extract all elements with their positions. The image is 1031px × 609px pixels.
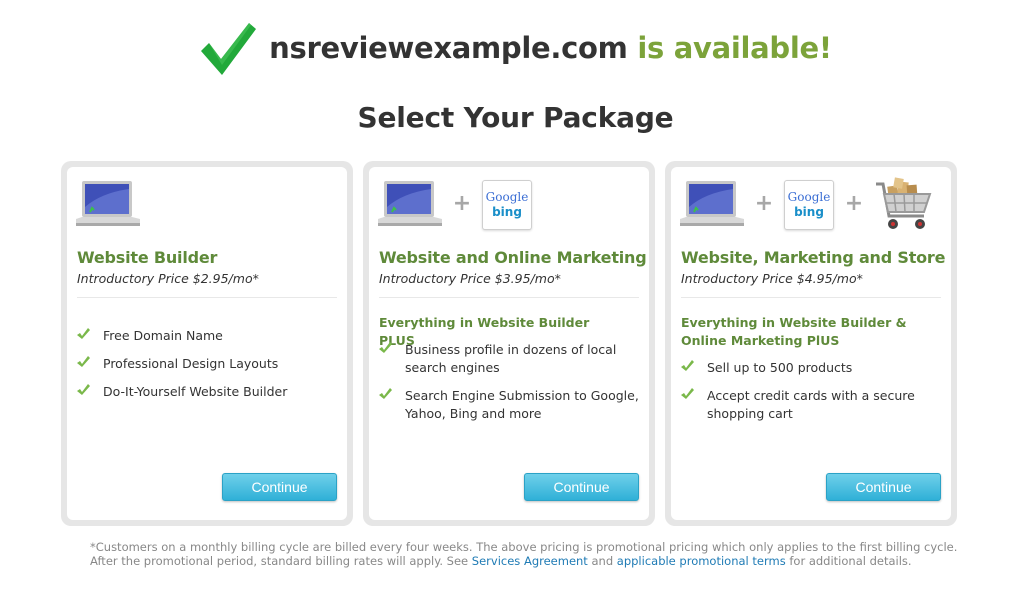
package-icons: + Google bing xyxy=(378,177,532,233)
domain-availability-text: nsreviewexample.com is available! xyxy=(269,31,832,65)
availability-status: is available! xyxy=(627,31,832,65)
package-card-website-marketing-store: + Google bing + Website, Marketing and S… xyxy=(665,161,957,526)
features-heading: Everything in Website Builder & Online M… xyxy=(681,315,907,348)
package-list: Website Builder Introductory Price $2.95… xyxy=(61,161,960,526)
list-item: Accept credit cards with a secure shoppi… xyxy=(681,387,941,423)
page-title: Select Your Package xyxy=(357,101,674,134)
continue-button[interactable]: Continue xyxy=(524,473,639,501)
plus-icon: + xyxy=(452,190,472,216)
list-item: Do-It-Yourself Website Builder xyxy=(77,383,337,401)
package-price: Introductory Price $4.95/mo* xyxy=(681,271,863,286)
package-title: Website Builder xyxy=(77,248,218,267)
laptop-icon xyxy=(76,181,140,226)
list-item: Business profile in dozens of local sear… xyxy=(379,341,639,377)
checkmark-icon xyxy=(379,388,392,399)
package-price: Introductory Price $2.95/mo* xyxy=(77,271,259,286)
divider xyxy=(77,297,337,298)
footnote-line-2: After the promotional period, standard b… xyxy=(90,554,912,568)
bing-logo: bing xyxy=(794,205,824,219)
bing-logo: bing xyxy=(492,205,522,219)
availability-header: nsreviewexample.com is available! xyxy=(0,18,1031,78)
checkmark-icon xyxy=(681,388,694,399)
checkmark-icon xyxy=(201,23,257,75)
feature-list: Free Domain Name Professional Design Lay… xyxy=(77,327,337,411)
footnote-line-1: *Customers on a monthly billing cycle ar… xyxy=(90,540,958,554)
google-logo: Google xyxy=(787,190,831,204)
feature-list: Business profile in dozens of local sear… xyxy=(379,341,639,433)
pricing-footnote: *Customers on a monthly billing cycle ar… xyxy=(90,540,970,568)
package-card-website-marketing: + Google bing Website and Online Marketi… xyxy=(363,161,655,526)
package-price: Introductory Price $3.95/mo* xyxy=(379,271,561,286)
plus-icon: + xyxy=(754,190,774,216)
laptop-icon xyxy=(680,181,744,226)
package-icons: + Google bing + xyxy=(680,177,934,233)
divider xyxy=(681,297,941,298)
divider xyxy=(379,297,639,298)
list-item: Free Domain Name xyxy=(77,327,337,345)
laptop-icon xyxy=(378,181,442,226)
checkmark-icon xyxy=(379,342,392,353)
plus-icon: + xyxy=(844,190,864,216)
continue-button[interactable]: Continue xyxy=(826,473,941,501)
package-title: Website and Online Marketing xyxy=(379,248,647,267)
search-engines-icon: Google bing xyxy=(482,180,532,230)
checkmark-icon xyxy=(77,384,90,395)
package-icons xyxy=(76,177,140,233)
feature-list: Sell up to 500 products Accept credit ca… xyxy=(681,359,941,433)
checkmark-icon xyxy=(77,356,90,367)
checkmark-icon xyxy=(681,360,694,371)
package-title: Website, Marketing and Store xyxy=(681,248,946,267)
checkmark-icon xyxy=(77,328,90,339)
services-agreement-link[interactable]: Services Agreement xyxy=(472,554,588,568)
promotional-terms-link[interactable]: applicable promotional terms xyxy=(617,554,786,568)
continue-button[interactable]: Continue xyxy=(222,473,337,501)
list-item: Sell up to 500 products xyxy=(681,359,941,377)
list-item: Search Engine Submission to Google, Yaho… xyxy=(379,387,639,423)
domain-name: nsreviewexample.com xyxy=(269,31,628,65)
list-item: Professional Design Layouts xyxy=(77,355,337,373)
shopping-cart-icon xyxy=(876,177,932,229)
search-engines-icon: Google bing xyxy=(784,180,834,230)
package-card-website-builder: Website Builder Introductory Price $2.95… xyxy=(61,161,353,526)
google-logo: Google xyxy=(485,190,529,204)
